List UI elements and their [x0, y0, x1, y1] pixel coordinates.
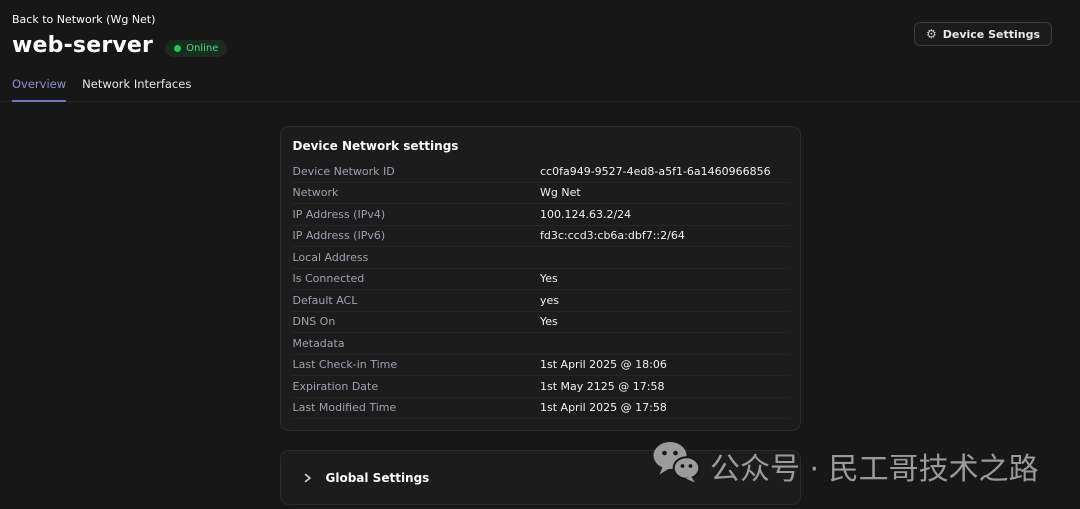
tab-network-interfaces[interactable]: Network Interfaces — [82, 72, 191, 101]
status-label: Online — [186, 43, 218, 54]
row-value: Wg Net — [540, 186, 581, 199]
table-row: Local Address — [291, 247, 790, 269]
row-label: Expiration Date — [293, 380, 541, 393]
page-title: web-server — [12, 33, 153, 58]
gear-icon: ⚙ — [926, 28, 937, 40]
row-value: Yes — [540, 272, 558, 285]
device-detail-page: Back to Network (Wg Net) web-server Onli… — [0, 0, 1080, 505]
global-settings-label: Global Settings — [326, 471, 430, 485]
row-label: Local Address — [293, 251, 541, 264]
tab-bar: Overview Network Interfaces — [0, 72, 1080, 102]
table-row: DNS On Yes — [291, 312, 790, 334]
chevron-right-icon — [301, 472, 313, 484]
row-label: DNS On — [293, 315, 541, 328]
row-value: cc0fa949-9527-4ed8-a5f1-6a1460966856 — [540, 165, 771, 178]
table-row: Expiration Date 1st May 2125 @ 17:58 — [291, 376, 790, 398]
table-row: Network Wg Net — [291, 183, 790, 205]
device-settings-button[interactable]: ⚙ Device Settings — [914, 22, 1052, 46]
row-label: Metadata — [293, 337, 541, 350]
row-label: Default ACL — [293, 294, 541, 307]
table-row: Last Check-in Time 1st April 2025 @ 18:0… — [291, 355, 790, 377]
row-value: 100.124.63.2/24 — [540, 208, 631, 221]
row-value: fd3c:ccd3:cb6a:dbf7::2/64 — [540, 229, 685, 242]
card-title: Device Network settings — [291, 127, 790, 161]
device-settings-label: Device Settings — [943, 29, 1040, 40]
online-dot-icon — [174, 45, 181, 52]
table-row: Default ACL yes — [291, 290, 790, 312]
row-label: Is Connected — [293, 272, 541, 285]
settings-rows: Device Network ID cc0fa949-9527-4ed8-a5f… — [291, 161, 790, 419]
breadcrumb[interactable]: Back to Network (Wg Net) — [12, 13, 155, 26]
table-row: Is Connected Yes — [291, 269, 790, 291]
title-row: web-server Online — [12, 33, 1052, 58]
table-row: Metadata — [291, 333, 790, 355]
table-row: Device Network ID cc0fa949-9527-4ed8-a5f… — [291, 161, 790, 183]
row-value: 1st April 2025 @ 18:06 — [540, 358, 667, 371]
page-header: Back to Network (Wg Net) web-server Onli… — [0, 0, 1080, 58]
row-label: Last Check-in Time — [293, 358, 541, 371]
main-content: Device Network settings Device Network I… — [0, 126, 1080, 505]
tab-overview[interactable]: Overview — [12, 72, 66, 102]
table-row: IP Address (IPv6) fd3c:ccd3:cb6a:dbf7::2… — [291, 226, 790, 248]
row-label: Last Modified Time — [293, 401, 541, 414]
row-label: Device Network ID — [293, 165, 541, 178]
row-label: IP Address (IPv4) — [293, 208, 541, 221]
row-value: Yes — [540, 315, 558, 328]
row-label: IP Address (IPv6) — [293, 229, 541, 242]
row-label: Network — [293, 186, 541, 199]
device-network-settings-card: Device Network settings Device Network I… — [280, 126, 801, 431]
row-value: yes — [540, 294, 559, 307]
row-value: 1st May 2125 @ 17:58 — [540, 380, 664, 393]
global-settings-card[interactable]: Global Settings — [280, 450, 801, 505]
status-badge: Online — [165, 40, 227, 57]
row-value: 1st April 2025 @ 17:58 — [540, 401, 667, 414]
table-row: Last Modified Time 1st April 2025 @ 17:5… — [291, 398, 790, 420]
table-row: IP Address (IPv4) 100.124.63.2/24 — [291, 204, 790, 226]
